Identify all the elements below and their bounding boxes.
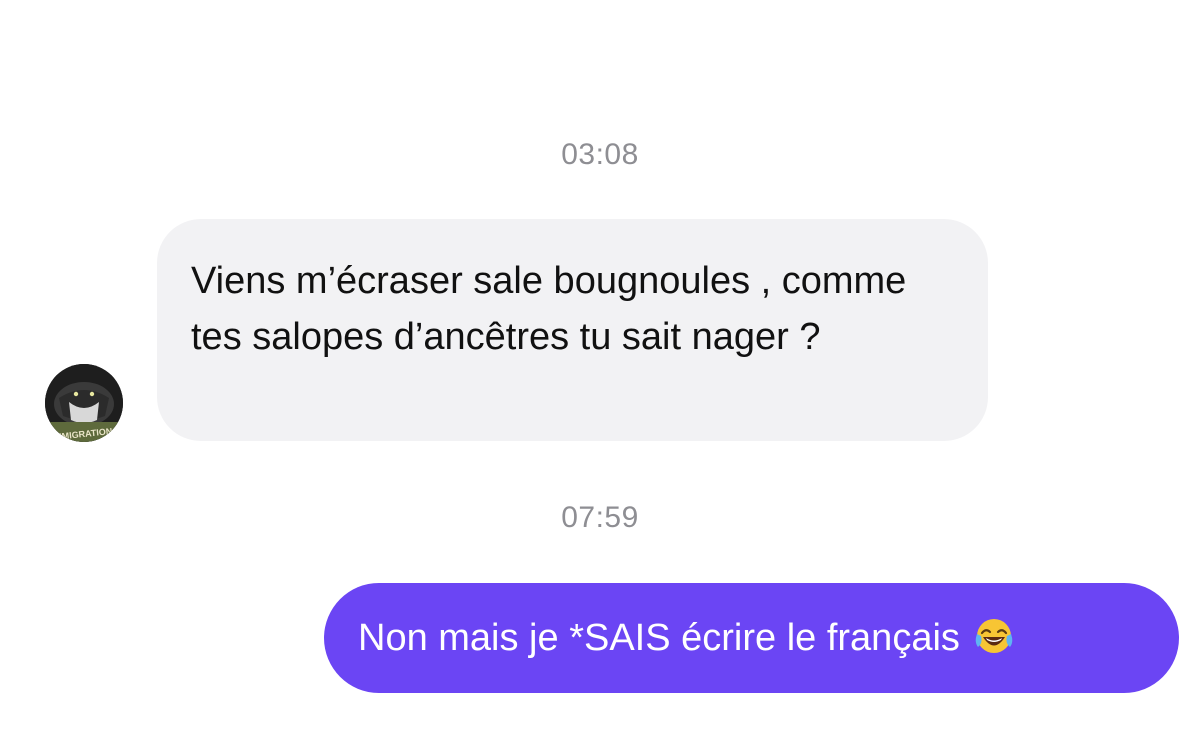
outgoing-message-bubble[interactable]: Non mais je *SAIS écrire le français xyxy=(324,583,1179,693)
incoming-message-bubble[interactable]: Viens m’écraser sale bougnoules , comme … xyxy=(157,219,988,441)
outgoing-message-text: Non mais je *SAIS écrire le français xyxy=(358,617,960,659)
face-with-tears-of-joy-icon xyxy=(974,589,1014,653)
avatar[interactable]: EMIGRATION xyxy=(45,364,123,442)
incoming-message-text: Viens m’écraser sale bougnoules , comme … xyxy=(191,260,907,358)
message-timestamp: 03:08 xyxy=(561,138,639,171)
message-timestamp: 07:59 xyxy=(561,501,639,534)
